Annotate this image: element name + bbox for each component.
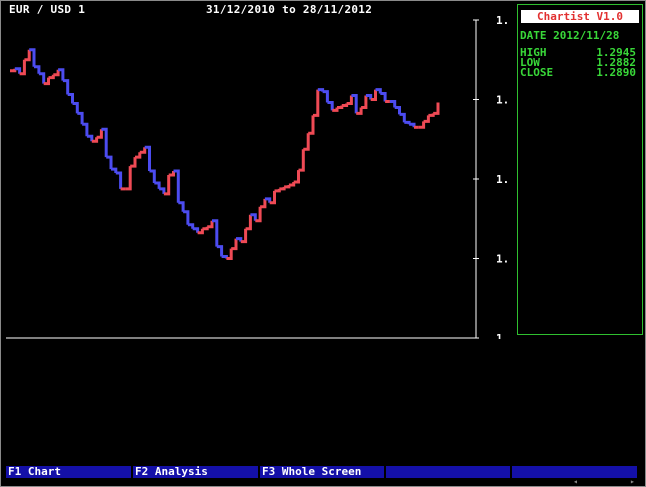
- price-segment-up: [418, 121, 426, 129]
- price-segment-up: [139, 147, 147, 154]
- price-segment-down: [111, 167, 118, 173]
- function-key-bar: F1 Chart F2 Analysis F3 Whole Screen: [6, 466, 637, 478]
- price-segment-up: [346, 95, 353, 105]
- scroll-right-icon[interactable]: ▸: [630, 477, 639, 486]
- price-segment-up: [308, 115, 315, 135]
- price-chart[interactable]: EUR / USD 1 31/12/2010 to 28/11/2012 1. 1…: [6, 3, 514, 339]
- price-segment-down: [34, 65, 41, 74]
- price-segment-down: [394, 106, 401, 115]
- price-segment-down: [154, 181, 161, 189]
- price-segment-up: [337, 105, 344, 109]
- price-segment-up: [260, 198, 267, 209]
- price-segment-up: [48, 74, 55, 80]
- price-segment-up: [53, 69, 60, 77]
- price-segment-down: [221, 255, 228, 259]
- f4-empty-button[interactable]: [386, 466, 510, 478]
- price-segment-down: [72, 102, 79, 114]
- chart-canvas: 1. 1. 1. 1. 1.: [6, 14, 509, 339]
- price-segment-down: [187, 223, 195, 229]
- price-segment-up: [313, 89, 320, 117]
- price-segment-down: [183, 210, 190, 225]
- app-window: EUR / USD 1 31/12/2010 to 28/11/2012 1. 1…: [0, 0, 646, 487]
- price-segment-up: [168, 171, 175, 177]
- y-tick-label: 1.: [496, 14, 509, 27]
- price-segment-down: [149, 169, 156, 183]
- price-segment-up: [288, 182, 296, 187]
- price-segment-up: [303, 133, 310, 151]
- price-segment-up: [361, 95, 368, 109]
- price-segment-up: [279, 186, 286, 191]
- close-label: CLOSE: [520, 66, 554, 79]
- app-version-label: Chartist V1.0: [521, 10, 639, 23]
- price-segment-up: [96, 129, 103, 139]
- y-tick-label: 1.: [496, 94, 509, 107]
- price-segment-down: [77, 111, 84, 125]
- price-segment-up: [245, 214, 252, 231]
- price-segment-down: [409, 122, 416, 128]
- price-segment-up: [202, 226, 209, 231]
- price-segment-up: [24, 49, 31, 62]
- price-segment-down: [380, 92, 387, 102]
- price-segment-down: [192, 227, 200, 233]
- price-segment-up: [10, 68, 17, 73]
- price-segment-up: [135, 152, 142, 159]
- close-value: 1.2890: [596, 66, 636, 79]
- price-segment-up: [428, 113, 435, 117]
- price-segment-down: [327, 101, 334, 111]
- f3-whole-screen-button[interactable]: F3 Whole Screen: [260, 466, 384, 478]
- price-segment-up: [125, 166, 132, 191]
- price-segment-down: [216, 245, 224, 257]
- date-label: DATE 2012/11/28: [520, 29, 620, 42]
- price-segment-up: [298, 149, 305, 172]
- price-segment-up: [226, 248, 233, 260]
- price-segment-down: [82, 122, 89, 137]
- y-tick-label: 1.: [496, 173, 509, 186]
- f2-analysis-button[interactable]: F2 Analysis: [133, 466, 258, 478]
- price-segment-down: [86, 134, 94, 142]
- price-segment-down: [106, 155, 113, 170]
- f1-chart-button[interactable]: F1 Chart: [6, 466, 131, 478]
- price-segment-up: [231, 238, 238, 251]
- price-segment-up: [274, 188, 281, 193]
- price-segment-down: [404, 120, 411, 125]
- y-tick-label: 1.: [496, 253, 509, 266]
- scroll-left-icon[interactable]: ◂: [573, 477, 582, 486]
- price-segment-up: [293, 170, 300, 184]
- price-segment-up: [284, 185, 291, 189]
- price-segment-down: [38, 72, 46, 84]
- price-segment-up: [207, 220, 214, 229]
- price-segment-up: [130, 157, 137, 168]
- price-segment-down: [178, 201, 185, 212]
- price-segment-up: [341, 103, 349, 107]
- price-segment-down: [159, 187, 166, 194]
- price-segment-down: [67, 93, 74, 104]
- price-segment-down: [399, 112, 406, 123]
- price-segment-up: [433, 102, 440, 115]
- price-segment-down: [62, 79, 70, 95]
- price-segment-down: [389, 100, 397, 108]
- y-tick-label: 1.: [496, 332, 509, 339]
- price-segment-down: [115, 171, 123, 189]
- price-segment-up: [423, 115, 430, 123]
- info-panel: Chartist V1.0 DATE 2012/11/28 HIGH 1.294…: [517, 4, 643, 335]
- price-segment-down: [322, 90, 329, 103]
